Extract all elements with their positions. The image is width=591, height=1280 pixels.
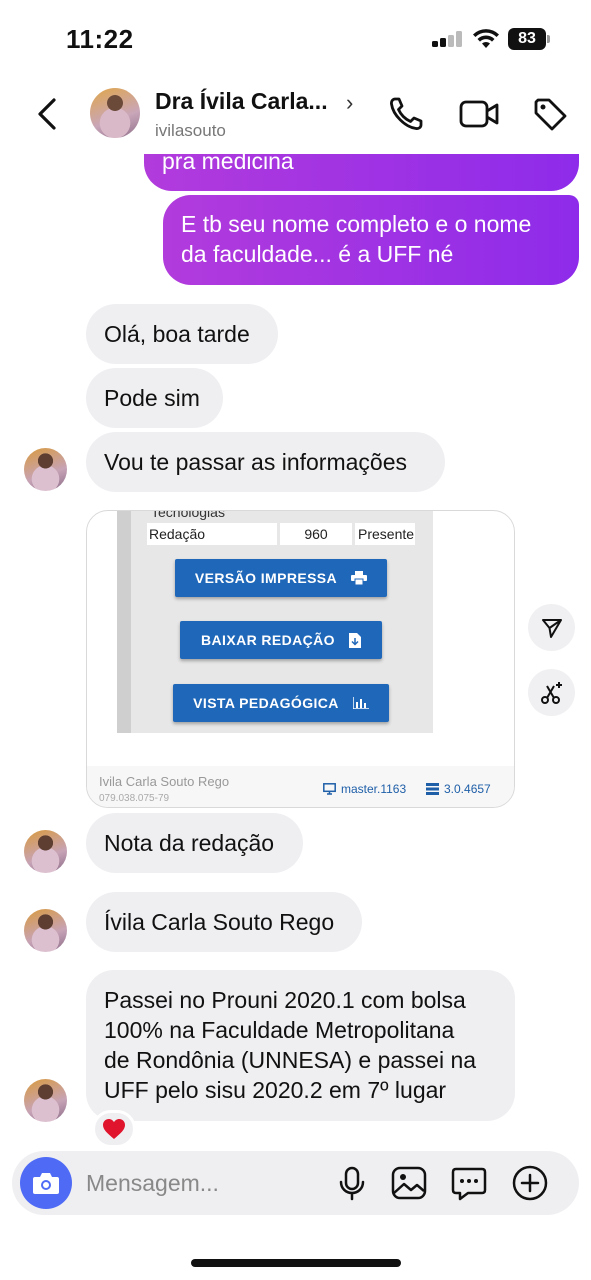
- mic-icon[interactable]: [333, 1164, 371, 1202]
- tag-icon[interactable]: [530, 94, 570, 134]
- contact-name[interactable]: Dra Ívila Carla...: [155, 88, 328, 115]
- screenshot-footer: Ivila Carla Souto Rego 079.038.075-79 ma…: [87, 766, 514, 807]
- message-text: UFF pelo sisu 2020.2 em 7º lugar: [104, 1077, 447, 1103]
- heart-reaction[interactable]: [92, 1110, 136, 1148]
- message-text: Ívila Carla Souto Rego: [104, 909, 335, 935]
- download-icon: [348, 632, 361, 648]
- share-icon: [541, 618, 562, 638]
- monitor-icon: [323, 783, 336, 795]
- battery-level: 83: [508, 28, 546, 50]
- status-time: 11:22: [66, 24, 134, 54]
- incoming-message[interactable]: Olá, boa tarde: [86, 304, 278, 364]
- download-essay-button: BAIXAR REDAÇÃO: [180, 621, 382, 659]
- message-text: Passei no Prouni 2020.1 com bolsa: [104, 987, 466, 1013]
- message-text: E tb seu nome completo e o nome: [181, 211, 532, 237]
- phone-icon[interactable]: [386, 94, 426, 134]
- message-text: 100% na Faculdade Metropolitana: [104, 1017, 455, 1043]
- footer-version: 3.0.4657: [426, 782, 491, 796]
- footer-name: Ivila Carla Souto Rego: [99, 774, 230, 789]
- server-icon: [426, 783, 439, 795]
- message-text: de Rondônia (UNNESA) e passei na: [104, 1047, 477, 1073]
- add-icon[interactable]: [511, 1164, 549, 1202]
- ai-edit-button[interactable]: [528, 669, 575, 716]
- incoming-message[interactable]: Pode sim: [86, 368, 223, 428]
- status-bar: 11:22 83: [0, 0, 591, 78]
- message-composer: [12, 1151, 579, 1215]
- pedagogical-view-button: VISTA PEDAGÓGICA: [173, 684, 389, 722]
- message-text: Nota da redação: [104, 830, 275, 856]
- button-label: VISTA PEDAGÓGICA: [193, 695, 339, 711]
- message-text: da faculdade... é a UFF né: [181, 241, 454, 267]
- incoming-message[interactable]: Ívila Carla Souto Rego: [86, 892, 362, 952]
- message-input[interactable]: [86, 1166, 316, 1200]
- camera-button[interactable]: [20, 1157, 72, 1209]
- gallery-icon[interactable]: [390, 1164, 428, 1202]
- incoming-message[interactable]: Passei no Prouni 2020.1 com bolsa 100% n…: [86, 970, 515, 1121]
- score-label: Redação: [147, 523, 277, 545]
- battery-icon: 83: [508, 28, 550, 50]
- sender-avatar[interactable]: [24, 1079, 67, 1122]
- sender-avatar[interactable]: [24, 909, 67, 952]
- sender-avatar[interactable]: [24, 448, 67, 491]
- back-icon[interactable]: [28, 92, 68, 136]
- chevron-right-icon[interactable]: ›: [346, 90, 353, 116]
- button-label: BAIXAR REDAÇÃO: [201, 632, 335, 648]
- home-indicator[interactable]: [191, 1259, 401, 1267]
- message-text: Pode sim: [104, 385, 200, 411]
- sticker-icon[interactable]: [450, 1164, 488, 1202]
- footer-master: master.1163: [323, 782, 406, 796]
- incoming-message[interactable]: Vou te passar as informações: [86, 432, 445, 492]
- sender-avatar[interactable]: [24, 830, 67, 873]
- score-row: Redação 960 Presente: [147, 523, 415, 545]
- section-label: Tecnologias: [151, 510, 225, 520]
- heart-icon: [103, 1119, 125, 1139]
- signal-icon: [432, 31, 462, 47]
- share-button[interactable]: [528, 604, 575, 651]
- printer-icon: [351, 571, 368, 585]
- outgoing-message[interactable]: E tb seu nome completo e o nome da facul…: [163, 195, 579, 285]
- video-call-icon[interactable]: [458, 94, 500, 134]
- footer-id: 079.038.075-79: [99, 793, 170, 804]
- chat-header: Dra Ívila Carla... › ivilasouto: [0, 78, 591, 154]
- incoming-message[interactable]: Nota da redação: [86, 813, 303, 873]
- button-label: VERSÃO IMPRESSA: [194, 570, 338, 586]
- message-text: Olá, boa tarde: [104, 321, 250, 347]
- print-version-button: VERSÃO IMPRESSA: [175, 559, 387, 597]
- contact-username[interactable]: ivilasouto: [155, 121, 226, 141]
- wifi-icon: [473, 29, 499, 48]
- ai-edit-icon: [540, 681, 562, 704]
- message-text: Vou te passar as informações: [104, 449, 407, 475]
- contact-avatar[interactable]: [90, 88, 140, 138]
- camera-icon: [33, 1173, 59, 1194]
- score-status: Presente: [355, 523, 415, 545]
- chart-icon: [352, 697, 369, 709]
- shared-screenshot[interactable]: Tecnologias Redação 960 Presente VERSÃO …: [86, 510, 515, 808]
- score-value: 960: [280, 523, 352, 545]
